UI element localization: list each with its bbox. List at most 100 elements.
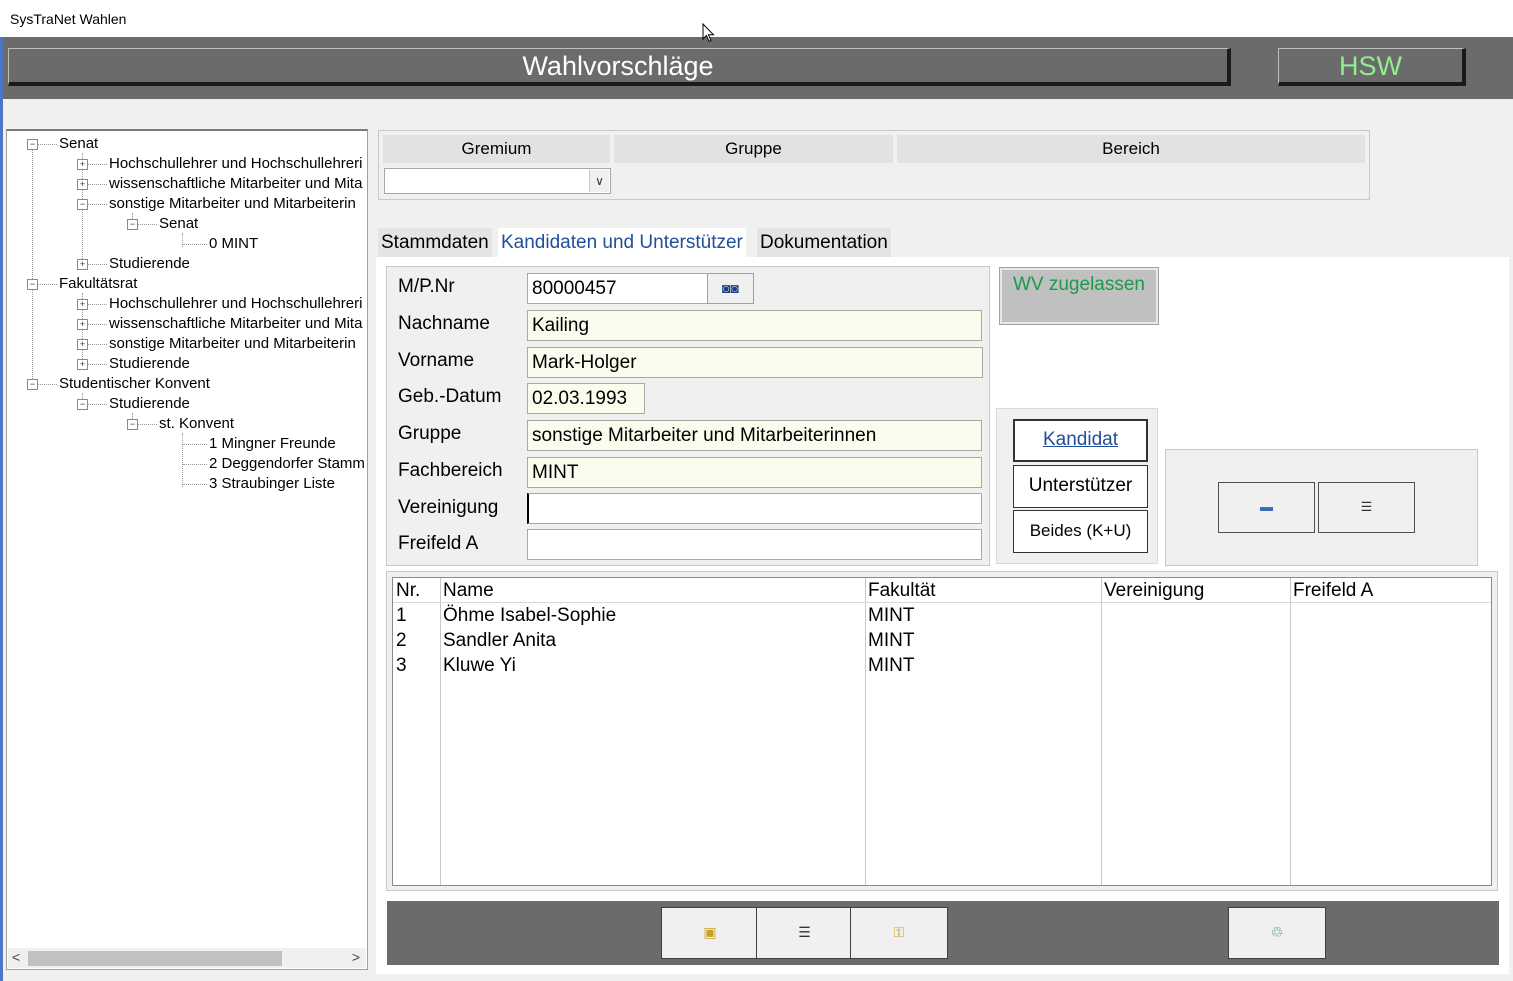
header-divider <box>393 602 1491 603</box>
delete-button[interactable]: ♲ <box>1228 907 1326 959</box>
tree-horizontal-scrollbar[interactable]: < > <box>8 948 366 968</box>
window-edge <box>0 37 3 981</box>
kandidat-button[interactable]: Kandidat <box>1013 419 1148 462</box>
collapse-icon[interactable]: − <box>27 379 38 390</box>
wv-zugelassen-button[interactable]: WV zugelassen <box>999 267 1159 325</box>
expand-icon[interactable]: + <box>77 299 88 310</box>
tree-node-fakultaetsrat[interactable]: Fakultätsrat <box>59 275 137 293</box>
column-header-freifeld[interactable]: Freifeld A <box>1293 580 1373 602</box>
gebdatum-input[interactable]: 02.03.1993 <box>527 383 645 414</box>
vorname-label: Vorname <box>398 350 475 371</box>
tree-node[interactable]: 2 Deggendorfer Stamm <box>209 455 365 473</box>
collapse-icon[interactable]: − <box>127 219 138 230</box>
tree-node[interactable]: 0 MINT <box>209 235 258 253</box>
table-cell-fakultaet[interactable]: MINT <box>868 605 914 627</box>
collapse-icon[interactable]: − <box>127 419 138 430</box>
expand-icon[interactable]: + <box>77 179 88 190</box>
add-entry-icon: ▬ <box>1260 499 1273 514</box>
recycle-bin-icon: ♲ <box>1270 924 1284 940</box>
org-badge: HSW <box>1278 48 1466 86</box>
bereich-header: Bereich <box>897 135 1365 163</box>
tree-node[interactable]: Studierende <box>109 395 190 413</box>
window-titlebar <box>0 0 1513 37</box>
tree-node[interactable]: Studierende <box>109 255 190 273</box>
table-cell-nr[interactable]: 2 <box>396 630 407 652</box>
gebdatum-label: Geb.-Datum <box>398 386 502 407</box>
gruppe-input[interactable]: sonstige Mitarbeiter und Mitarbeiterinne… <box>527 420 982 451</box>
chevron-down-icon[interactable]: ∨ <box>589 170 609 192</box>
expand-icon[interactable]: + <box>77 339 88 350</box>
tree-node[interactable]: st. Konvent <box>159 415 234 433</box>
expand-icon[interactable]: + <box>77 359 88 370</box>
list-edit-button[interactable]: ☰ <box>1318 482 1415 533</box>
table-cell-name[interactable]: Öhme Isabel-Sophie <box>443 605 616 627</box>
print-list-button[interactable]: ☰ <box>756 907 853 959</box>
gremium-select[interactable]: ∨ <box>384 168 611 194</box>
table-cell-fakultaet[interactable]: MINT <box>868 655 914 677</box>
collapse-icon[interactable]: − <box>77 199 88 210</box>
tab-kandidaten[interactable]: Kandidaten und Unterstützer <box>498 228 746 257</box>
tree-line <box>32 149 33 389</box>
kandidat-label: Kandidat <box>1042 429 1118 450</box>
column-header-name[interactable]: Name <box>443 580 494 602</box>
mpnr-input[interactable]: 80000457 <box>527 273 708 304</box>
tree-line <box>87 344 107 345</box>
table-cell-nr[interactable]: 1 <box>396 605 407 627</box>
key-button[interactable]: ⚿ <box>850 907 948 959</box>
filter-panel: Gremium Gruppe Bereich ∨ <box>378 130 1370 200</box>
key-icon: ⚿ <box>893 924 905 940</box>
tree-line <box>183 484 207 485</box>
column-header-nr[interactable]: Nr. <box>396 580 420 602</box>
tree-node[interactable]: 1 Mingner Freunde <box>209 435 336 453</box>
tab-dokumentation[interactable]: Dokumentation <box>757 228 891 257</box>
fachbereich-label: Fachbereich <box>398 460 503 481</box>
tree-node[interactable]: wissenschaftliche Mitarbeiter und Mita <box>109 175 362 193</box>
tree-node[interactable]: Senat <box>159 215 198 233</box>
tree-node[interactable]: Hochschullehrer und Hochschullehreri <box>109 295 362 313</box>
collapse-icon[interactable]: − <box>27 139 38 150</box>
column-header-fakultaet[interactable]: Fakultät <box>868 580 936 602</box>
tree-line <box>137 224 157 225</box>
fachbereich-input[interactable]: MINT <box>527 457 982 488</box>
search-button[interactable]: ◙◙ <box>707 273 754 304</box>
vereinigung-input[interactable] <box>527 493 982 524</box>
expand-icon[interactable]: + <box>77 319 88 330</box>
tree-node[interactable]: 3 Straubinger Liste <box>209 475 335 493</box>
tree-node[interactable]: wissenschaftliche Mitarbeiter und Mita <box>109 315 362 333</box>
tree-node[interactable]: sonstige Mitarbeiter und Mitarbeiterin <box>109 335 356 353</box>
unterstuetzer-button[interactable]: Unterstützer <box>1013 465 1148 508</box>
tab-stammdaten[interactable]: Stammdaten <box>378 228 492 257</box>
tree-line <box>182 433 183 487</box>
table-cell-name[interactable]: Kluwe Yi <box>443 655 516 677</box>
scroll-right-icon[interactable]: > <box>352 949 360 965</box>
list-edit-icon: ☰ <box>1360 499 1373 514</box>
candidates-table[interactable]: Nr. Name Fakultät Vereinigung Freifeld A… <box>392 577 1492 886</box>
table-cell-fakultaet[interactable]: MINT <box>868 630 914 652</box>
beides-button[interactable]: Beides (K+U) <box>1013 510 1148 553</box>
nachname-input[interactable]: Kailing <box>527 310 982 341</box>
binoculars-icon: ◙◙ <box>722 280 739 296</box>
scrollbar-thumb[interactable] <box>28 951 282 966</box>
column-header-vereinigung[interactable]: Vereinigung <box>1104 580 1204 602</box>
tree-line <box>183 464 207 465</box>
tree-node-senat[interactable]: Senat <box>59 135 98 153</box>
tree-node[interactable]: Studierende <box>109 355 190 373</box>
freifeld-input[interactable] <box>527 529 982 560</box>
table-cell-name[interactable]: Sandler Anita <box>443 630 556 652</box>
expand-icon[interactable]: + <box>77 259 88 270</box>
nachname-label: Nachname <box>398 313 490 334</box>
tree-node[interactable]: sonstige Mitarbeiter und Mitarbeiterin <box>109 195 356 213</box>
table-cell-nr[interactable]: 3 <box>396 655 407 677</box>
collapse-icon[interactable]: − <box>27 279 38 290</box>
tree-node-studentischer-konvent[interactable]: Studentischer Konvent <box>59 375 210 393</box>
scroll-left-icon[interactable]: < <box>12 949 20 965</box>
vorname-input[interactable]: Mark-Holger <box>527 347 983 378</box>
collapse-icon[interactable]: − <box>77 399 88 410</box>
vereinigung-label: Vereinigung <box>398 497 499 518</box>
gremium-tree[interactable]: − + + − − + − + + + + − − − Senat Hochsc… <box>6 129 368 970</box>
tree-node[interactable]: Hochschullehrer und Hochschullehreri <box>109 155 362 173</box>
lock-button[interactable]: ▣ <box>661 907 759 959</box>
tree-line <box>87 264 107 265</box>
add-entry-button[interactable]: ▬ <box>1218 482 1315 533</box>
expand-icon[interactable]: + <box>77 159 88 170</box>
